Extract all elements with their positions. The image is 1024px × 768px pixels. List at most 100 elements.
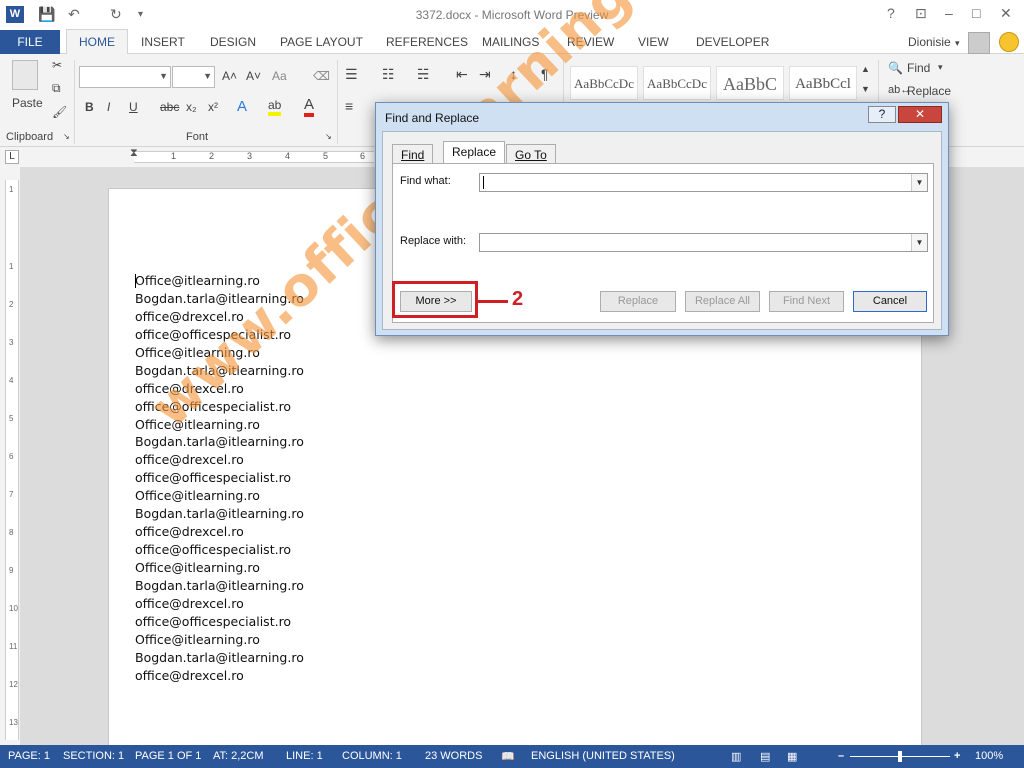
status-language[interactable]: ENGLISH (UNITED STATES) [531, 750, 675, 762]
tab-file[interactable]: FILE [0, 30, 60, 54]
document-line[interactable]: office@drexcel.ro [135, 451, 304, 469]
document-line[interactable]: office@drexcel.ro [135, 308, 304, 326]
increase-indent-icon[interactable]: ⇥ [479, 66, 491, 83]
zoom-level[interactable]: 100% [975, 750, 1003, 762]
numbering-icon[interactable]: ☷ [382, 66, 395, 83]
tab-page-layout[interactable]: PAGE LAYOUT [280, 35, 363, 49]
zoom-in-button[interactable]: + [954, 750, 960, 762]
highlight-icon[interactable]: ab [268, 98, 282, 116]
replace-all-button[interactable]: Replace All [685, 291, 760, 312]
superscript-icon[interactable]: x² [208, 100, 218, 114]
document-line[interactable]: Bogdan.tarla@itlearning.ro [135, 433, 304, 451]
styles-scroll-up-icon[interactable]: ▲ [861, 64, 870, 74]
styles-scroll-down-icon[interactable]: ▼ [861, 84, 870, 94]
multilevel-list-icon[interactable]: ☵ [417, 66, 430, 83]
minimize-button[interactable]: – [945, 5, 953, 21]
status-at[interactable]: AT: 2,2CM [213, 750, 264, 762]
tab-find[interactable]: Find [392, 144, 434, 164]
italic-icon[interactable]: I [107, 100, 110, 114]
user-menu-arrow-icon[interactable]: ▾ [955, 38, 960, 49]
sort-icon[interactable]: ↕ [510, 66, 517, 82]
document-line[interactable]: office@officespecialist.ro [135, 541, 304, 559]
tab-home[interactable]: HOME [66, 29, 128, 55]
help-icon[interactable]: ? [887, 5, 895, 21]
clear-formatting-icon[interactable]: ⌫ [313, 69, 330, 83]
align-left-icon[interactable]: ≡ [345, 98, 353, 114]
copy-icon[interactable]: ⧉ [52, 81, 61, 96]
find-next-button[interactable]: Find Next [769, 291, 844, 312]
document-line[interactable]: Office@itlearning.ro [135, 631, 304, 649]
strikethrough-icon[interactable]: abc [160, 100, 179, 114]
show-hide-icon[interactable]: ¶ [541, 66, 549, 82]
shrink-font-icon[interactable]: A˅ [246, 69, 261, 83]
status-line[interactable]: LINE: 1 [286, 750, 323, 762]
cut-icon[interactable]: ✂ [52, 58, 62, 72]
document-line[interactable]: Bogdan.tarla@itlearning.ro [135, 505, 304, 523]
underline-icon[interactable]: U [129, 100, 138, 114]
bullets-icon[interactable]: ☰ [345, 66, 358, 83]
tab-developer[interactable]: DEVELOPER [696, 35, 769, 49]
bold-icon[interactable]: B [85, 100, 94, 114]
restore-button[interactable]: □ [972, 5, 980, 21]
document-line[interactable]: office@drexcel.ro [135, 523, 304, 541]
zoom-out-button[interactable]: – [838, 750, 844, 762]
document-line[interactable]: office@officespecialist.ro [135, 326, 304, 344]
document-line[interactable]: Bogdan.tarla@itlearning.ro [135, 577, 304, 595]
style-normal[interactable]: AaBbCcDc [570, 66, 638, 100]
text-effects-icon[interactable]: A [237, 98, 247, 115]
tab-mailings[interactable]: MAILINGS [482, 35, 539, 49]
tab-design[interactable]: DESIGN [210, 35, 256, 49]
font-name-combo[interactable]: ▼ [79, 66, 171, 88]
font-color-icon[interactable]: A [304, 96, 315, 117]
zoom-slider-handle[interactable] [898, 751, 902, 762]
proofing-icon[interactable]: 📖 [501, 750, 515, 763]
dialog-close-button[interactable]: ✕ [898, 106, 942, 123]
document-line[interactable]: Bogdan.tarla@itlearning.ro [135, 649, 304, 667]
document-line[interactable]: office@drexcel.ro [135, 380, 304, 398]
feedback-smiley-icon[interactable] [999, 32, 1019, 52]
clipboard-launcher-icon[interactable]: ↘ [63, 132, 70, 141]
tab-view[interactable]: VIEW [638, 35, 669, 49]
status-page[interactable]: PAGE: 1 [8, 750, 50, 762]
replace-button[interactable]: Replace [907, 84, 951, 98]
document-line[interactable]: Office@itlearning.ro [135, 344, 304, 362]
replace-with-dropdown-icon[interactable]: ▼ [911, 234, 927, 251]
tab-insert[interactable]: INSERT [141, 35, 185, 49]
find-button[interactable]: Find [907, 61, 930, 75]
document-line[interactable]: Bogdan.tarla@itlearning.ro [135, 290, 304, 308]
document-line[interactable]: Office@itlearning.ro [135, 416, 304, 434]
decrease-indent-icon[interactable]: ⇤ [456, 66, 468, 83]
status-page-of[interactable]: PAGE 1 OF 1 [135, 750, 201, 762]
status-column[interactable]: COLUMN: 1 [342, 750, 402, 762]
grow-font-icon[interactable]: A˄ [222, 69, 237, 83]
avatar[interactable] [968, 32, 990, 54]
find-what-input[interactable]: ▼ [479, 173, 928, 192]
user-name[interactable]: Dionisie [908, 35, 951, 49]
font-size-combo[interactable]: ▼ [172, 66, 215, 88]
replace-with-input[interactable]: ▼ [479, 233, 928, 252]
print-layout-icon[interactable]: ▤ [760, 750, 770, 763]
document-line[interactable]: Office@itlearning.ro [135, 272, 304, 290]
find-icon[interactable]: 🔍 [888, 61, 903, 75]
document-line[interactable]: Bogdan.tarla@itlearning.ro [135, 362, 304, 380]
tab-go-to[interactable]: Go To [506, 144, 556, 164]
find-dropdown-icon[interactable]: ▾ [938, 62, 943, 73]
status-words[interactable]: 23 WORDS [425, 750, 482, 762]
tab-replace[interactable]: Replace [443, 141, 506, 164]
dialog-help-button[interactable]: ? [868, 106, 896, 123]
subscript-icon[interactable]: x₂ [186, 100, 197, 114]
indent-marker-icon[interactable]: ⧗ [130, 147, 138, 160]
tab-selector[interactable]: L [5, 150, 19, 164]
paste-icon[interactable] [12, 60, 38, 90]
document-line[interactable]: office@drexcel.ro [135, 595, 304, 613]
find-what-dropdown-icon[interactable]: ▼ [911, 174, 927, 191]
ribbon-display-icon[interactable]: ⊡ [915, 5, 927, 22]
document-line[interactable]: office@officespecialist.ro [135, 469, 304, 487]
document-line[interactable]: Office@itlearning.ro [135, 559, 304, 577]
document-line[interactable]: office@officespecialist.ro [135, 613, 304, 631]
status-section[interactable]: SECTION: 1 [63, 750, 124, 762]
paste-button[interactable]: Paste [12, 96, 43, 110]
replace-button[interactable]: Replace [600, 291, 676, 312]
document-line[interactable]: Office@itlearning.ro [135, 487, 304, 505]
style-heading-2[interactable]: AaBbCcl [789, 66, 857, 100]
